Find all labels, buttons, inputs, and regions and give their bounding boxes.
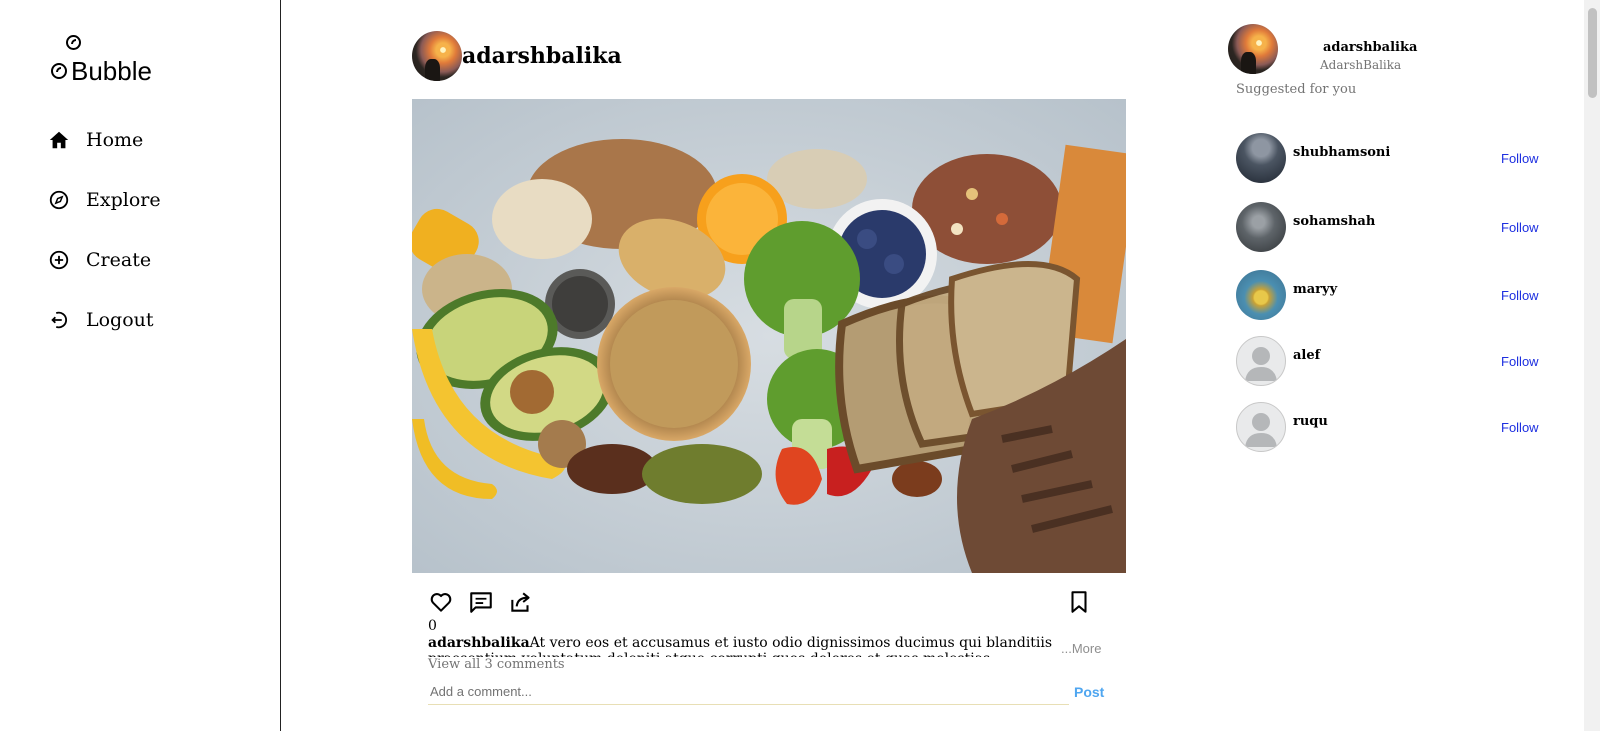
share-icon[interactable]	[508, 589, 534, 615]
like-count: 0	[428, 618, 437, 634]
suggestion-row: maryy Follow	[1236, 270, 1539, 320]
post-comment-button[interactable]: Post	[1074, 684, 1104, 700]
follow-button[interactable]: Follow	[1501, 354, 1539, 369]
suggestion-username[interactable]: alef	[1293, 348, 1320, 363]
bubble-logo-icon	[51, 63, 67, 79]
scrollbar[interactable]	[1584, 0, 1600, 731]
bubble-logo-icon	[66, 35, 81, 50]
avatar[interactable]	[1236, 270, 1286, 320]
suggestion-username[interactable]: shubhamsoni	[1293, 145, 1390, 160]
profile-full-name: AdarshBalika	[1320, 58, 1402, 72]
nav-label: Explore	[86, 189, 161, 211]
caption-username[interactable]: adarshbalika	[428, 635, 530, 651]
suggestion-username[interactable]: ruqu	[1293, 414, 1328, 429]
nav-label: Home	[86, 129, 144, 151]
nav-label: Logout	[86, 309, 154, 331]
logo-text: Bubble	[71, 56, 152, 86]
comment-input[interactable]	[428, 678, 1069, 705]
scrollbar-thumb[interactable]	[1588, 8, 1597, 98]
logout-icon	[48, 309, 70, 331]
sidebar: Bubble Home Explore Create Logout	[0, 0, 281, 731]
default-avatar-icon[interactable]	[1236, 336, 1286, 386]
avatar[interactable]	[1236, 133, 1286, 183]
follow-button[interactable]: Follow	[1501, 220, 1539, 235]
post-username[interactable]: adarshbalika	[462, 43, 622, 69]
follow-button[interactable]: Follow	[1501, 151, 1539, 166]
post-header: adarshbalika	[412, 31, 622, 81]
default-avatar-icon[interactable]	[1236, 402, 1286, 452]
nav-item-logout[interactable]: Logout	[48, 305, 154, 335]
suggestion-username[interactable]: sohamshah	[1293, 214, 1375, 229]
nav-item-explore[interactable]: Explore	[48, 185, 161, 215]
nav-label: Create	[86, 249, 152, 271]
view-comments-link[interactable]: View all 3 comments	[428, 657, 565, 672]
avatar[interactable]	[1236, 202, 1286, 252]
suggestion-row: sohamshah Follow	[1236, 202, 1539, 252]
post-actions	[428, 589, 1100, 615]
post-caption: adarshbalikaAt vero eos et accusamus et …	[428, 635, 1056, 657]
suggested-title: Suggested for you	[1236, 82, 1357, 97]
profile-avatar[interactable]	[1228, 24, 1278, 74]
post-image[interactable]	[412, 99, 1126, 573]
comment-icon[interactable]	[468, 589, 494, 615]
home-icon	[48, 129, 70, 151]
like-icon[interactable]	[428, 589, 454, 615]
app-logo[interactable]: Bubble	[48, 30, 168, 88]
more-button[interactable]: ...More	[1061, 641, 1101, 656]
profile-username[interactable]: adarshbalika	[1323, 40, 1417, 55]
follow-button[interactable]: Follow	[1501, 420, 1539, 435]
nav-item-home[interactable]: Home	[48, 125, 143, 155]
avatar[interactable]	[412, 31, 462, 81]
suggestion-username[interactable]: maryy	[1293, 282, 1337, 297]
suggestion-row: ruqu Follow	[1236, 402, 1539, 452]
suggestion-row: shubhamsoni Follow	[1236, 133, 1539, 183]
bookmark-icon[interactable]	[1066, 589, 1092, 615]
suggestion-row: alef Follow	[1236, 336, 1539, 386]
nav-item-create[interactable]: Create	[48, 245, 151, 275]
follow-button[interactable]: Follow	[1501, 288, 1539, 303]
compass-icon	[48, 189, 70, 211]
plus-circle-icon	[48, 249, 70, 271]
